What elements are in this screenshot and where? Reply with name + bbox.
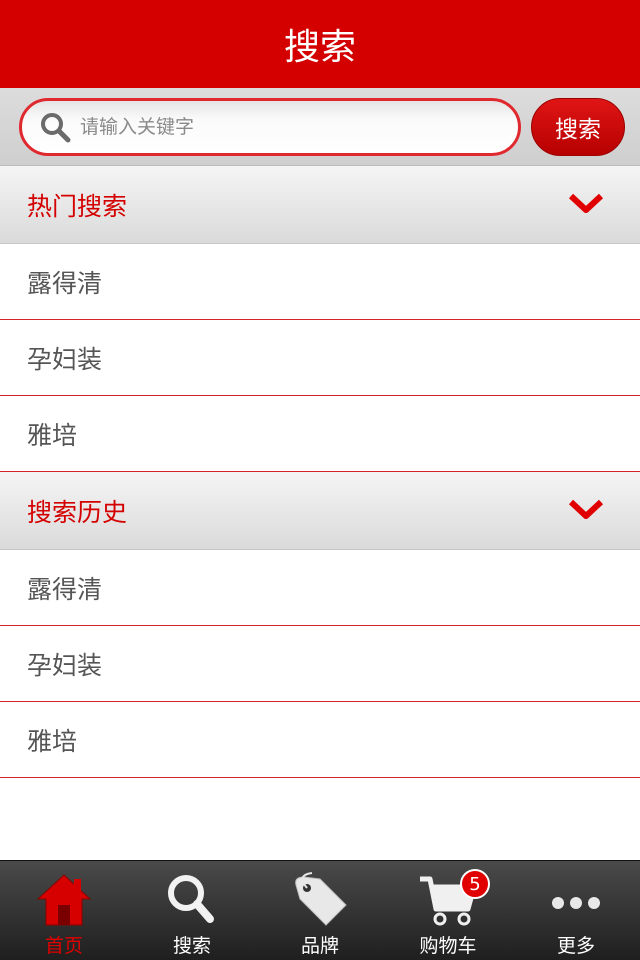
history-item[interactable]: 雅培	[0, 702, 640, 778]
chevron-down-icon	[568, 499, 604, 519]
tab-label: 搜索	[172, 935, 211, 957]
section-header-hot-search[interactable]: 热门搜索	[0, 166, 640, 244]
search-bar: 搜索	[0, 88, 640, 166]
more-icon	[552, 897, 600, 909]
header-bar: 搜索	[0, 0, 640, 88]
search-button[interactable]: 搜索	[531, 98, 625, 156]
page-title: 搜索	[283, 27, 356, 68]
tab-search[interactable]: 搜索	[128, 861, 256, 960]
tab-label: 首页	[44, 935, 83, 957]
tab-brand[interactable]: 品牌	[256, 861, 384, 960]
search-box[interactable]	[19, 98, 521, 156]
tab-label: 购物车	[419, 935, 477, 957]
tab-home[interactable]: 首页	[0, 861, 128, 960]
hot-search-item[interactable]: 孕妇装	[0, 320, 640, 396]
list-item-label: 露得清	[27, 574, 103, 604]
tag-icon	[295, 872, 347, 926]
hot-search-item[interactable]: 露得清	[0, 244, 640, 320]
history-item[interactable]: 孕妇装	[0, 626, 640, 702]
tab-more[interactable]: 更多	[512, 861, 640, 960]
hot-search-item[interactable]: 雅培	[0, 396, 640, 472]
chevron-down-icon	[568, 193, 604, 213]
search-icon	[168, 875, 214, 923]
search-input[interactable]	[80, 116, 480, 138]
search-icon	[41, 113, 71, 143]
list-item-label: 孕妇装	[27, 344, 103, 374]
tab-label: 品牌	[300, 935, 339, 957]
cart-badge: 5	[460, 869, 490, 899]
section-title: 热门搜索	[27, 191, 128, 221]
list-item-label: 雅培	[27, 420, 78, 450]
list-item-label: 孕妇装	[27, 650, 103, 680]
list-item-label: 雅培	[27, 726, 78, 756]
tab-cart[interactable]: 5 购物车	[384, 861, 512, 960]
section-title: 搜索历史	[27, 497, 128, 527]
tab-label: 更多	[556, 935, 595, 957]
list-item-label: 露得清	[27, 268, 103, 298]
history-item[interactable]: 露得清	[0, 550, 640, 626]
home-icon	[36, 874, 92, 926]
tab-bar: 首页 搜索 品牌 5 购物车 更多	[0, 860, 640, 960]
section-header-history[interactable]: 搜索历史	[0, 472, 640, 550]
